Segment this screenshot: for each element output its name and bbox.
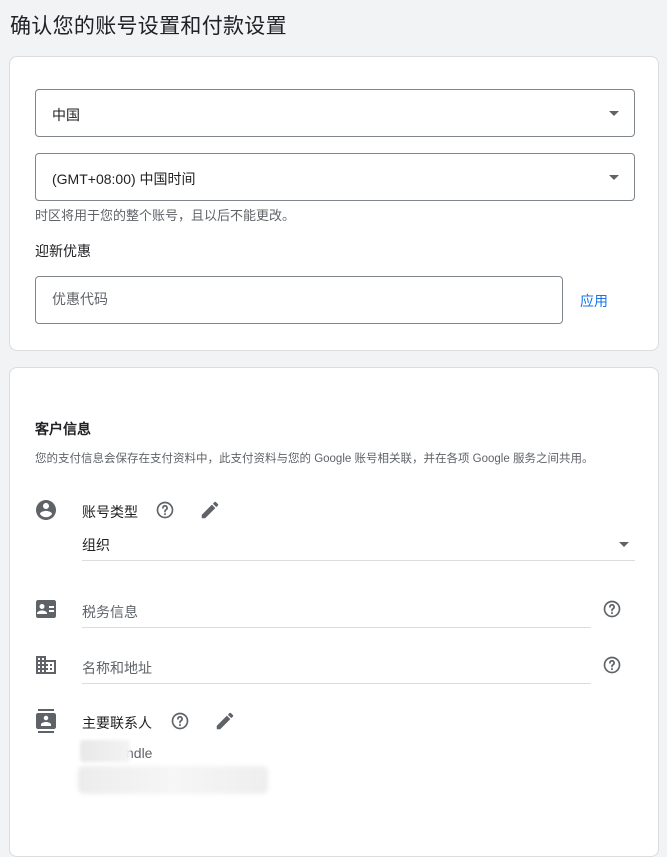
dropdown-arrow-icon [609,175,619,180]
apply-button[interactable]: 应用 [576,291,612,311]
country-select[interactable]: 中国 [35,89,635,137]
name-address-field[interactable]: 名称和地址 [82,650,591,684]
account-settings-card: 中国 (GMT+08:00) 中国时间 时区将用于您的整个账号，且以后不能更改。… [9,56,659,351]
building-icon [36,656,56,674]
customer-info-card: 客户信息 您的支付信息会保存在支付资料中，此支付资料与您的 Google 账号相… [9,367,659,857]
contacts-book-icon [36,709,56,733]
edit-icon[interactable] [214,710,236,732]
promo-label: 迎新优惠 [35,243,91,259]
timezone-select[interactable]: (GMT+08:00) 中国时间 [35,153,635,201]
name-address-placeholder: 名称和地址 [82,660,152,676]
redaction-blur [78,766,268,794]
help-icon[interactable] [602,599,622,619]
account-type-select[interactable]: 组织 [82,527,635,561]
account-type-value: 组织 [82,537,110,553]
edit-icon[interactable] [199,499,221,521]
help-icon[interactable] [170,711,190,731]
timezone-select-value: (GMT+08:00) 中国时间 [52,171,196,187]
promo-code-input[interactable] [52,291,532,307]
help-icon[interactable] [602,655,622,675]
customer-info-title: 客户信息 [35,421,91,437]
customer-info-description: 您的支付信息会保存在支付资料中，此支付资料与您的 Google 账号相关联，并在… [35,453,594,465]
dropdown-arrow-icon [609,111,619,116]
dropdown-arrow-icon [619,542,629,547]
redaction-blur [80,740,130,762]
account-circle-icon [36,500,56,520]
account-type-label: 账号类型 [82,504,138,520]
promo-code-field[interactable] [35,276,563,324]
help-icon[interactable] [155,500,175,520]
country-select-value: 中国 [52,107,80,123]
page-title: 确认您的账号设置和付款设置 [10,15,287,38]
contact-card-icon [36,600,56,618]
tax-info-field[interactable]: 税务信息 [82,594,591,628]
tax-info-placeholder: 税务信息 [82,604,138,620]
primary-contact-label: 主要联系人 [82,715,152,731]
timezone-hint: 时区将用于您的整个账号，且以后不能更改。 [35,208,296,223]
